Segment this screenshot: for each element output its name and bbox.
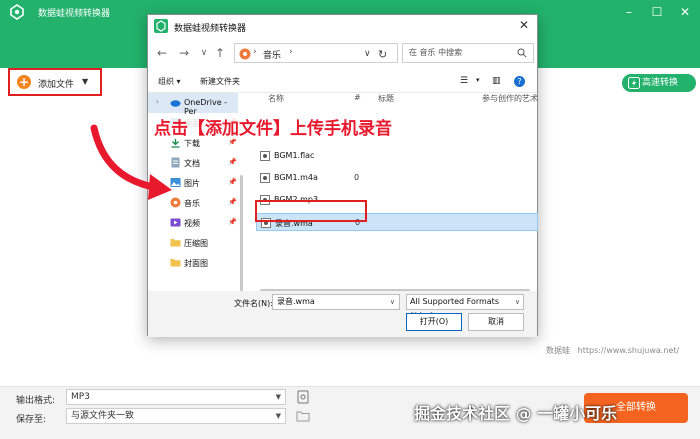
minimize-icon[interactable]: – <box>620 3 638 21</box>
pin-icon: 📌 <box>228 218 237 226</box>
save-to-select[interactable]: 与源文件夹一致 ▼ <box>66 408 286 424</box>
chevron-down-icon[interactable]: ▼ <box>82 77 88 86</box>
organize-button[interactable]: 组织 ▾ <box>158 76 181 87</box>
column-header-artist[interactable]: 参与创作的艺术 <box>482 93 538 104</box>
highlight-box <box>255 200 367 222</box>
music-folder-icon <box>239 48 251 60</box>
column-header-title[interactable]: 标题 <box>378 93 394 104</box>
fast-convert-label: 高速转换 <box>642 78 679 88</box>
close-icon[interactable]: ✕ <box>519 18 529 32</box>
open-folder-icon[interactable] <box>296 409 310 423</box>
site-watermark: 掘金技术社区 @ 一罐小可乐 <box>414 404 618 423</box>
column-header-name[interactable]: 名称 <box>268 93 284 104</box>
dialog-title: 数据蛙视频转换器 <box>174 24 247 34</box>
add-file-button[interactable]: + 添加文件 ▼ <box>8 68 102 96</box>
forward-icon[interactable]: → <box>176 45 192 61</box>
maximize-icon[interactable]: ☐ <box>648 3 666 21</box>
add-file-label: 添加文件 <box>38 80 75 90</box>
nav-item-cover-images[interactable]: 封面图 <box>148 253 238 273</box>
close-icon[interactable]: ✕ <box>676 3 694 21</box>
preview-pane-icon[interactable]: ▥ <box>492 76 501 86</box>
back-icon[interactable]: ← <box>154 45 170 61</box>
pin-icon: 📌 <box>228 198 237 206</box>
cloud-icon <box>170 100 181 107</box>
save-to-label: 保存至: <box>16 415 47 425</box>
search-input[interactable]: 在 音乐 中搜索 <box>402 43 534 63</box>
file-row[interactable]: BGM1.flac <box>256 147 538 165</box>
refresh-icon[interactable]: ↻ <box>378 48 387 61</box>
app-title: 数据蛙视频转换器 <box>38 9 111 19</box>
folder-icon <box>170 239 181 247</box>
cancel-button[interactable]: 取消 <box>468 313 524 331</box>
pin-icon: 📌 <box>228 158 237 166</box>
fast-convert-button[interactable]: 高速转换 <box>622 74 696 92</box>
output-format-label: 输出格式: <box>16 396 56 406</box>
plus-icon: + <box>17 75 31 89</box>
open-button[interactable]: 打开(O) <box>406 313 462 331</box>
search-icon <box>517 48 527 58</box>
audio-file-icon <box>260 173 270 183</box>
folder-icon <box>170 259 181 267</box>
video-icon <box>170 218 181 227</box>
annotation-instruction: 点击【添加文件】上传手机录音 <box>152 114 394 139</box>
dialog-footer: 文件名(N): 录音.wma∨ All Supported Formats (*… <box>148 291 537 337</box>
help-icon[interactable]: ? <box>514 76 525 87</box>
audio-file-icon <box>260 151 270 161</box>
dialog-command-bar: 组织 ▾ 新建文件夹 ☰ ▾ ▥ ? <box>148 71 537 93</box>
filetype-select[interactable]: All Supported Formats (*.ts;*∨ <box>406 294 524 320</box>
column-header-number[interactable]: # <box>354 93 361 102</box>
lightning-icon <box>628 77 640 89</box>
filename-input[interactable]: 录音.wma ∨ <box>272 294 400 310</box>
dialog-titlebar: 数据蛙视频转换器 ✕ <box>148 15 537 37</box>
chevron-down-icon[interactable]: ▾ <box>476 76 480 84</box>
address-bar[interactable]: › 音乐 › <box>234 43 398 63</box>
pin-icon: 📌 <box>228 178 237 186</box>
file-row[interactable]: BGM1.m4a 0 <box>256 169 538 187</box>
open-file-dialog: 数据蛙视频转换器 ✕ ← → ∨ ↑ › 音乐 › ∨ ↻ 在 音乐 中搜索 组… <box>147 14 538 337</box>
chevron-down-icon[interactable]: ∨ <box>364 49 371 59</box>
nav-scrollbar[interactable] <box>240 175 243 295</box>
nav-item-compressed-images[interactable]: 压缩图 <box>148 233 238 253</box>
filename-label: 文件名(N): <box>234 299 273 308</box>
nav-item-onedrive[interactable]: › OneDrive - Per <box>148 93 238 116</box>
nav-item-videos[interactable]: 视频 📌 <box>148 213 238 233</box>
view-list-icon[interactable]: ☰ <box>460 76 468 86</box>
app-logo-icon <box>154 19 168 33</box>
app-logo-icon <box>10 4 24 20</box>
format-settings-icon[interactable] <box>296 390 310 404</box>
chevron-down-icon[interactable]: ∨ <box>196 45 212 61</box>
output-format-select[interactable]: MP3 ▼ <box>66 389 286 405</box>
up-icon[interactable]: ↑ <box>212 45 228 61</box>
brand-watermark: 数据蛙 https://www.shujuwa.net/ <box>546 346 680 355</box>
new-folder-button[interactable]: 新建文件夹 <box>200 76 240 87</box>
breadcrumb-music[interactable]: 音乐 <box>263 48 281 61</box>
pin-icon: 📌 <box>228 138 237 146</box>
